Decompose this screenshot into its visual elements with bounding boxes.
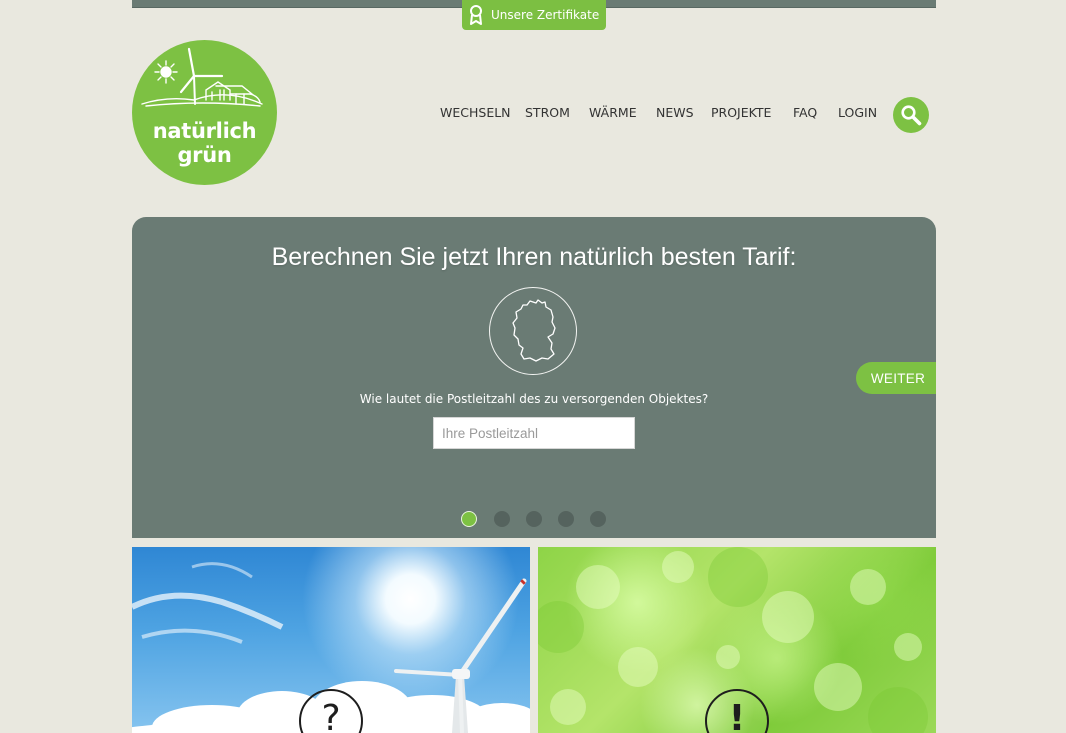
award-ribbon-icon xyxy=(469,5,483,25)
zip-input[interactable] xyxy=(433,417,635,449)
tariff-calculator: Berechnen Sie jetzt Ihren natürlich best… xyxy=(132,217,936,538)
slide-dot-3[interactable] xyxy=(526,511,542,527)
nav-item-projekte[interactable]: PROJEKTE xyxy=(711,105,771,120)
germany-map-badge xyxy=(489,287,577,375)
logo[interactable]: natürlich grün xyxy=(132,40,277,185)
nav-item-waerme[interactable]: WÄRME xyxy=(589,105,637,120)
zip-question: Wie lautet die Postleitzahl des zu verso… xyxy=(359,392,709,406)
search-button[interactable] xyxy=(893,97,929,133)
germany-map-icon xyxy=(512,299,556,362)
logo-text-line2: grün xyxy=(177,143,232,167)
nav-item-login[interactable]: LOGIN xyxy=(838,105,877,120)
magnifier-icon xyxy=(901,105,922,126)
nav-item-wechseln[interactable]: WECHSELN xyxy=(440,105,511,120)
certificates-label: Unsere Zertifikate xyxy=(491,8,600,22)
next-button[interactable]: WEITER xyxy=(856,362,936,394)
wind-turbine-card[interactable]: ? xyxy=(132,547,530,733)
slide-dot-4[interactable] xyxy=(558,511,574,527)
logo-text-line1: natürlich xyxy=(152,119,257,143)
certificates-tab[interactable]: Unsere Zertifikate xyxy=(462,0,606,30)
slide-dot-2[interactable] xyxy=(494,511,510,527)
calculator-title: Berechnen Sie jetzt Ihren natürlich best… xyxy=(271,243,797,271)
nav-item-strom[interactable]: STROM xyxy=(525,105,570,120)
nav-item-news[interactable]: NEWS xyxy=(656,105,694,120)
nav-item-faq[interactable]: FAQ xyxy=(793,105,817,120)
green-bokeh-card[interactable]: ! xyxy=(538,547,936,733)
slide-dot-5[interactable] xyxy=(590,511,606,527)
slide-dot-1[interactable] xyxy=(461,511,477,527)
